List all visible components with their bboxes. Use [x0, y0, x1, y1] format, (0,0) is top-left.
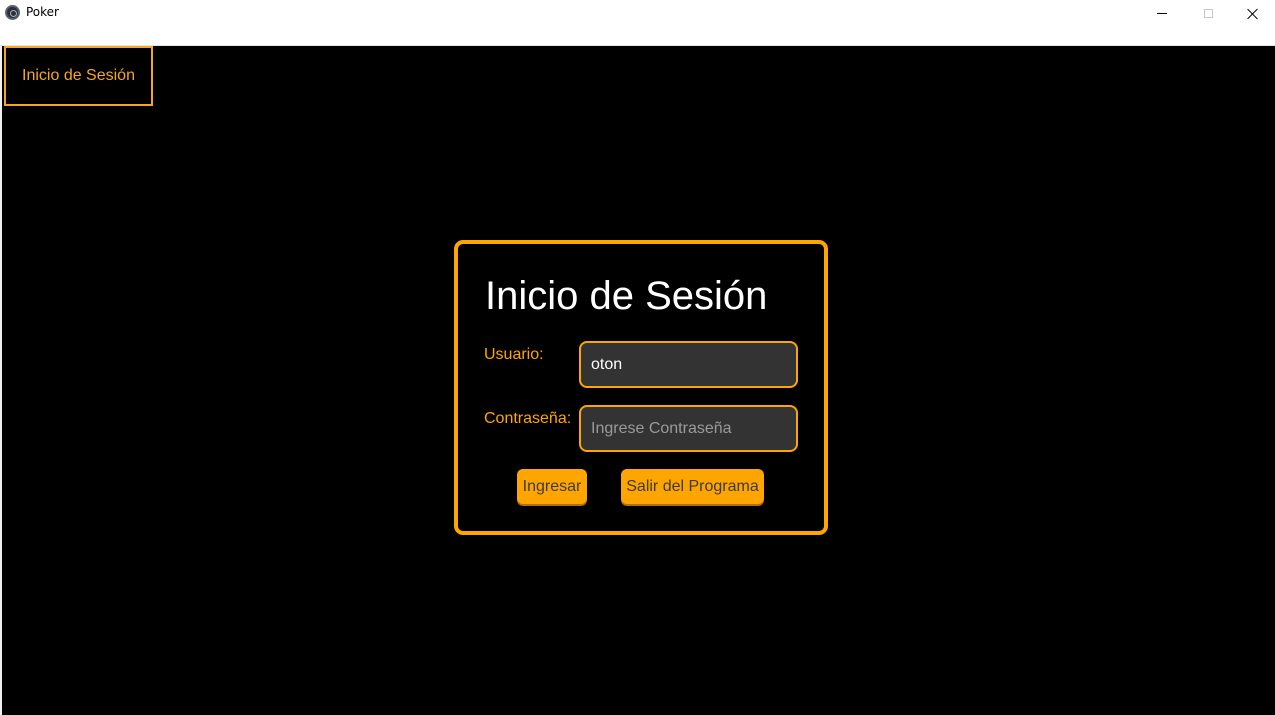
login-button[interactable]: Ingresar	[517, 469, 587, 504]
exit-program-button[interactable]: Salir del Programa	[621, 469, 764, 504]
close-icon	[1247, 8, 1259, 20]
tab-inicio-de-sesion[interactable]: Inicio de Sesión	[4, 46, 153, 106]
window-title-bar: Poker	[0, 0, 1275, 46]
username-input[interactable]	[579, 341, 798, 388]
password-input[interactable]	[579, 405, 798, 452]
maximize-button[interactable]	[1185, 0, 1231, 27]
minimize-icon	[1157, 13, 1167, 14]
window-title: Poker	[26, 5, 59, 19]
close-button[interactable]	[1230, 0, 1275, 27]
app-content: Inicio de Sesión Inicio de Sesión Usuari…	[0, 46, 1275, 715]
minimize-button[interactable]	[1139, 0, 1185, 27]
maximize-icon	[1203, 9, 1213, 18]
username-label: Usuario:	[484, 346, 544, 363]
login-title: Inicio de Sesión	[485, 274, 768, 318]
password-label: Contraseña:	[484, 410, 572, 427]
login-card: Inicio de Sesión Usuario: Contraseña: In…	[454, 240, 828, 535]
app-logo-icon	[5, 5, 20, 20]
